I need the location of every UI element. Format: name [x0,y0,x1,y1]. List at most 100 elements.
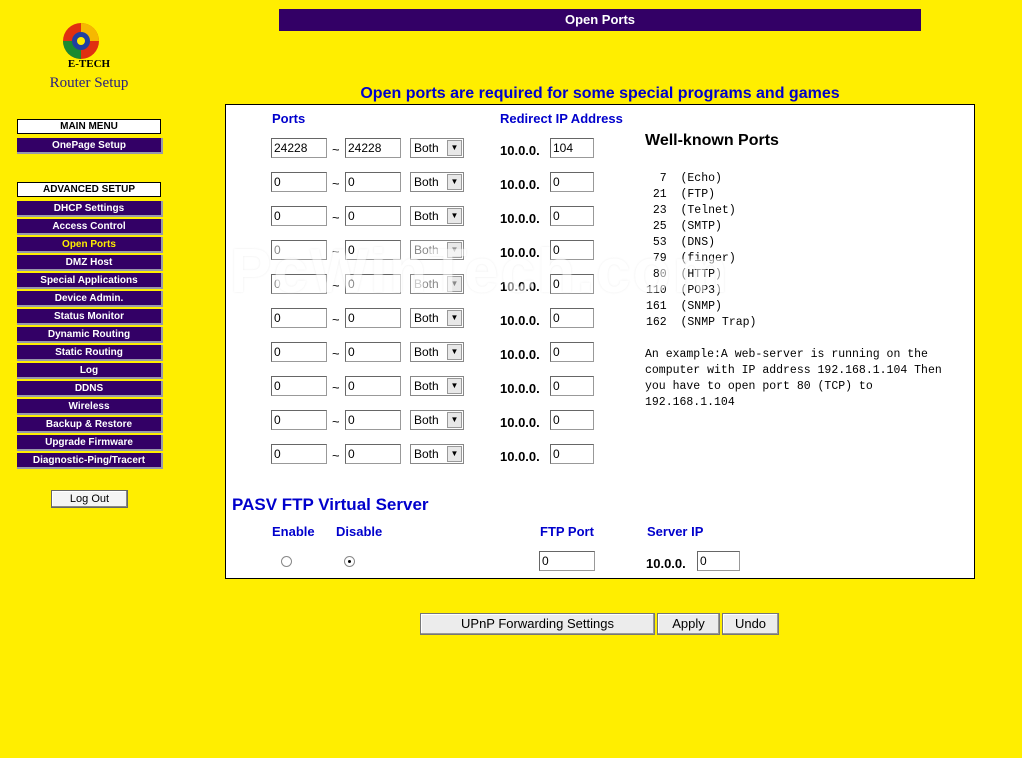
range-separator: ~ [332,346,340,361]
upnp-forwarding-button[interactable]: UPnP Forwarding Settings [420,613,655,635]
protocol-select[interactable]: Both ▼ [410,240,464,260]
redirect-ip-prefix: 10.0.0. [500,177,540,192]
redirect-ip-input[interactable]: 0 [550,444,594,464]
port-start-input[interactable]: 0 [271,240,327,260]
sidebar-item-ddns[interactable]: DDNS [17,381,163,397]
sidebar-item-dmz-host[interactable]: DMZ Host [17,255,163,271]
protocol-select[interactable]: Both ▼ [410,308,464,328]
redirect-ip-input[interactable]: 0 [550,206,594,226]
sidebar-item-dynamic-routing[interactable]: Dynamic Routing [17,327,163,343]
well-known-ports-title: Well-known Ports [645,132,779,149]
server-ip-input[interactable]: 0 [697,551,740,571]
protocol-value: Both [414,447,439,461]
protocol-select[interactable]: Both ▼ [410,206,464,226]
protocol-select[interactable]: Both ▼ [410,376,464,396]
redirect-ip-prefix: 10.0.0. [500,449,540,464]
server-ip-label: Server IP [647,524,704,539]
range-separator: ~ [332,244,340,259]
port-start-input[interactable]: 0 [271,172,327,192]
pasv-enable-label: Enable [272,524,315,539]
dropdown-arrow-icon[interactable]: ▼ [447,310,462,326]
sidebar-item-static-routing[interactable]: Static Routing [17,345,163,361]
redirect-ip-input[interactable]: 0 [550,376,594,396]
port-end-input[interactable]: 0 [345,342,401,362]
port-end-input[interactable]: 0 [345,206,401,226]
apply-button[interactable]: Apply [657,613,720,635]
port-start-input[interactable]: 24228 [271,138,327,158]
port-end-input[interactable]: 0 [345,444,401,464]
redirect-ip-input[interactable]: 0 [550,410,594,430]
port-start-input[interactable]: 0 [271,410,327,430]
redirect-ip-prefix: 10.0.0. [500,347,540,362]
redirect-ip-input[interactable]: 0 [550,274,594,294]
protocol-select[interactable]: Both ▼ [410,410,464,430]
protocol-select[interactable]: Both ▼ [410,138,464,158]
protocol-value: Both [414,175,439,189]
protocol-select[interactable]: Both ▼ [410,172,464,192]
port-end-input[interactable]: 0 [345,274,401,294]
dropdown-arrow-icon[interactable]: ▼ [447,344,462,360]
port-end-input[interactable]: 0 [345,172,401,192]
main-menu-header: MAIN MENU [17,119,161,134]
page-title: Open Ports [279,9,921,31]
redirect-ip-prefix: 10.0.0. [500,211,540,226]
port-start-input[interactable]: 0 [271,274,327,294]
pasv-disable-radio[interactable] [344,556,355,567]
ftp-port-input[interactable]: 0 [539,551,595,571]
ftp-port-label: FTP Port [540,524,594,539]
dropdown-arrow-icon[interactable]: ▼ [447,208,462,224]
redirect-ip-prefix: 10.0.0. [500,143,540,158]
dropdown-arrow-icon[interactable]: ▼ [447,140,462,156]
dropdown-arrow-icon[interactable]: ▼ [447,242,462,258]
port-start-input[interactable]: 0 [271,444,327,464]
logo-subtitle: Router Setup [49,75,129,91]
port-end-input[interactable]: 0 [345,308,401,328]
redirect-ip-input[interactable]: 0 [550,172,594,192]
sidebar-item-log[interactable]: Log [17,363,163,379]
sidebar-item-upgrade-firmware[interactable]: Upgrade Firmware [17,435,163,451]
port-start-input[interactable]: 0 [271,206,327,226]
sidebar-item-wireless[interactable]: Wireless [17,399,163,415]
protocol-select[interactable]: Both ▼ [410,274,464,294]
sidebar-item-access-control[interactable]: Access Control [17,219,163,235]
protocol-value: Both [414,413,439,427]
dropdown-arrow-icon[interactable]: ▼ [447,412,462,428]
ports-header: Ports [272,111,306,126]
port-start-input[interactable]: 0 [271,376,327,396]
dropdown-arrow-icon[interactable]: ▼ [447,276,462,292]
logout-button[interactable]: Log Out [51,490,128,508]
sidebar-item-open-ports[interactable]: Open Ports [17,237,163,253]
range-separator: ~ [332,312,340,327]
page-subtitle: Open ports are required for some special… [360,85,840,102]
pasv-enable-radio[interactable] [281,556,292,567]
sidebar-item-onepage-setup[interactable]: OnePage Setup [17,138,163,154]
port-start-input[interactable]: 0 [271,308,327,328]
sidebar-item-device-admin[interactable]: Device Admin. [17,291,163,307]
sidebar-item-backup-restore[interactable]: Backup & Restore [17,417,163,433]
sidebar-item-status-monitor[interactable]: Status Monitor [17,309,163,325]
redirect-ip-input[interactable]: 0 [550,240,594,260]
protocol-select[interactable]: Both ▼ [410,444,464,464]
protocol-select[interactable]: Both ▼ [410,342,464,362]
pasv-ftp-title: PASV FTP Virtual Server [232,495,429,514]
protocol-value: Both [414,379,439,393]
range-separator: ~ [332,278,340,293]
dropdown-arrow-icon[interactable]: ▼ [447,378,462,394]
example-text: An example:A web-server is running on th… [645,348,949,409]
port-end-input[interactable]: 0 [345,240,401,260]
dropdown-arrow-icon[interactable]: ▼ [447,174,462,190]
redirect-ip-input[interactable]: 0 [550,342,594,362]
dropdown-arrow-icon[interactable]: ▼ [447,446,462,462]
port-end-input[interactable]: 0 [345,376,401,396]
redirect-ip-input[interactable]: 0 [550,308,594,328]
redirect-ip-header: Redirect IP Address [500,111,623,126]
protocol-value: Both [414,345,439,359]
sidebar-item-special-applications[interactable]: Special Applications [17,273,163,289]
port-start-input[interactable]: 0 [271,342,327,362]
undo-button[interactable]: Undo [722,613,779,635]
sidebar-item-diagnostic-ping-tracert[interactable]: Diagnostic-Ping/Tracert [17,453,163,469]
port-end-input[interactable]: 24228 [345,138,401,158]
sidebar-item-dhcp-settings[interactable]: DHCP Settings [17,201,163,217]
redirect-ip-input[interactable]: 104 [550,138,594,158]
port-end-input[interactable]: 0 [345,410,401,430]
